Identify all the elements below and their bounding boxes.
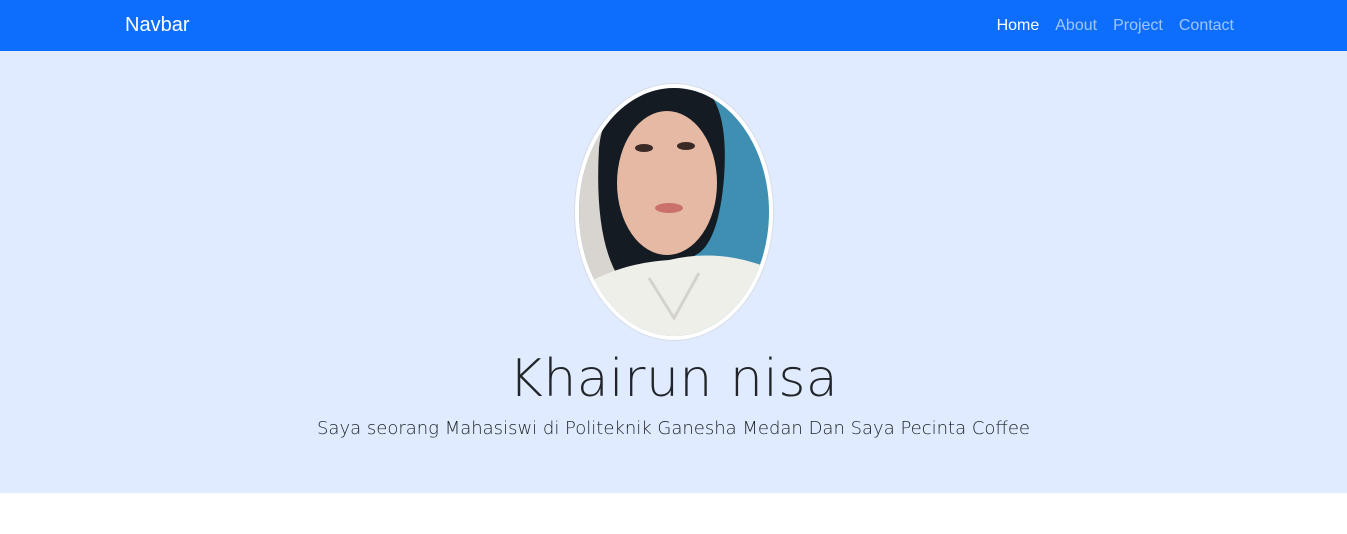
profile-name: Khairun nisa [508,349,839,409]
nav-link-home[interactable]: Home [997,17,1040,35]
hero-section: Khairun nisa Saya seorang Mahasiswi di P… [0,51,1347,493]
nav-link-about[interactable]: About [1055,17,1097,35]
profile-photo-frame [574,84,773,340]
profile-photo [578,88,769,336]
nav-link-contact[interactable]: Contact [1179,17,1234,35]
nav-link-project[interactable]: Project [1113,17,1163,35]
profile-tagline: Saya seorang Mahasiswi di Politeknik Gan… [317,418,1030,439]
navbar: Navbar Home About Project Contact [0,0,1347,51]
navbar-brand[interactable]: Navbar [125,14,189,37]
nav-links: Home About Project Contact [997,17,1234,35]
